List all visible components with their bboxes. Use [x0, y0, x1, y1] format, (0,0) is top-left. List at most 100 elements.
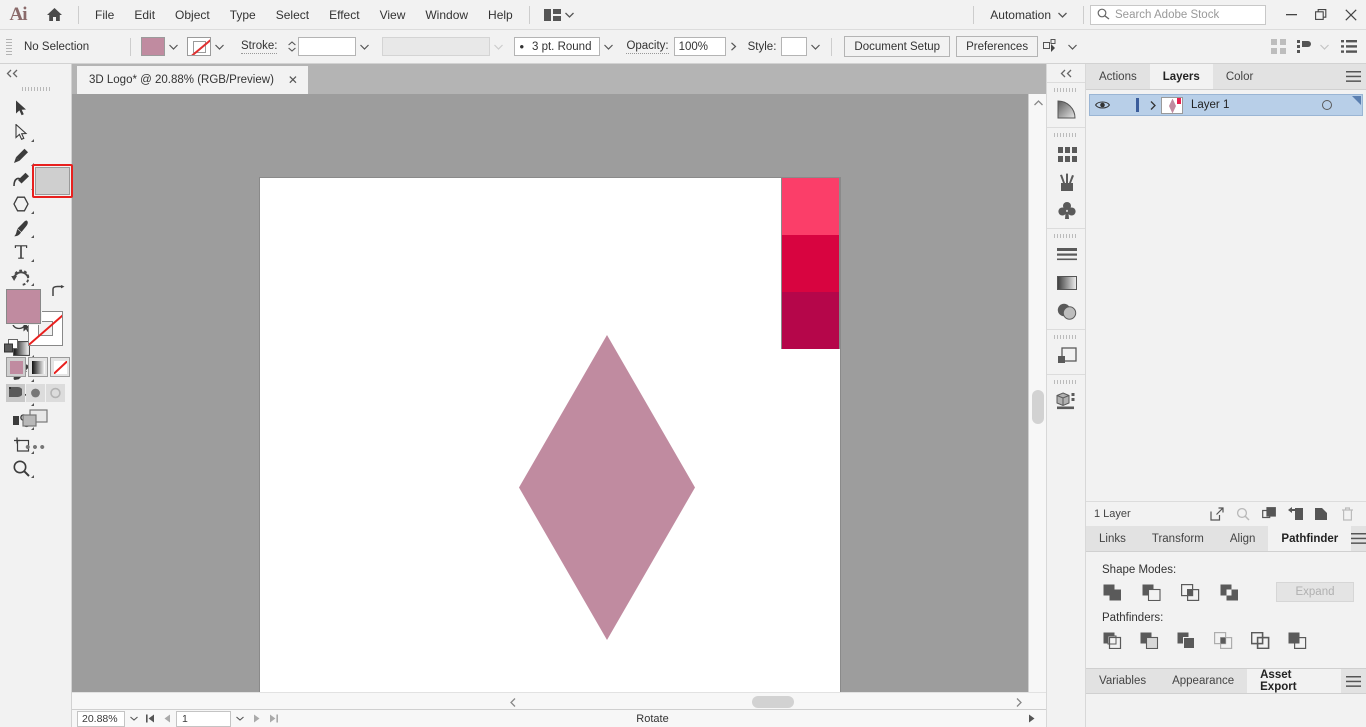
- draw-inside-button[interactable]: [46, 384, 65, 402]
- vertical-scroll-thumb[interactable]: [1032, 390, 1044, 424]
- none-fill-mode-button[interactable]: [50, 357, 70, 377]
- current-tool-status[interactable]: Rotate: [282, 713, 1023, 725]
- close-icon[interactable]: ✕: [288, 73, 298, 87]
- fill-swatch[interactable]: [141, 37, 165, 56]
- menu-object[interactable]: Object: [165, 0, 220, 30]
- zoom-level-input[interactable]: 20.88%: [77, 710, 125, 727]
- chevron-right-icon[interactable]: [1145, 100, 1161, 110]
- stroke-profile-dropdown[interactable]: [382, 37, 491, 56]
- default-fill-stroke-icon[interactable]: [4, 339, 19, 357]
- change-screen-mode-button[interactable]: [22, 409, 48, 432]
- rotate-tool[interactable]: [6, 264, 36, 288]
- workspace-switcher[interactable]: Automation: [980, 8, 1077, 22]
- stroke-weight-stepper[interactable]: [285, 37, 298, 56]
- zoom-dropdown-icon[interactable]: [125, 710, 142, 727]
- canvas-vertical-scrollbar[interactable]: [1028, 94, 1046, 709]
- opacity-expand-icon[interactable]: [726, 37, 742, 56]
- color-swatch-stack[interactable]: [781, 178, 840, 349]
- crop-icon[interactable]: [1213, 630, 1233, 650]
- graphic-style-swatch[interactable]: [781, 37, 808, 56]
- menu-effect[interactable]: Effect: [319, 0, 369, 30]
- dock-group-1-grip[interactable]: [1047, 85, 1085, 95]
- release-to-layers-icon[interactable]: [1206, 503, 1228, 525]
- curvature-tool[interactable]: [6, 168, 36, 192]
- selection-tool[interactable]: [6, 96, 36, 120]
- stroke-weight-label[interactable]: Stroke:: [241, 40, 278, 54]
- diamond-shape[interactable]: [519, 335, 695, 640]
- create-new-sublayer-icon[interactable]: [1284, 503, 1306, 525]
- brush-definition-caret-icon[interactable]: [600, 37, 616, 56]
- merge-icon[interactable]: [1176, 630, 1196, 650]
- stroke-panel-icon[interactable]: [1047, 241, 1087, 269]
- tab-appearance[interactable]: Appearance: [1159, 669, 1248, 693]
- menu-select[interactable]: Select: [266, 0, 319, 30]
- trim-icon[interactable]: [1139, 630, 1159, 650]
- distribute-icon[interactable]: [1292, 37, 1316, 56]
- direct-selection-tool[interactable]: [6, 120, 36, 144]
- asset-export-panel-menu-icon[interactable]: [1341, 669, 1366, 693]
- swatches-panel-icon[interactable]: [1047, 140, 1087, 168]
- options-list-icon[interactable]: [1332, 37, 1366, 56]
- minus-back-icon[interactable]: [1287, 630, 1307, 650]
- first-artboard-icon[interactable]: [142, 710, 159, 727]
- menu-help[interactable]: Help: [478, 0, 523, 30]
- dock-group-5-grip[interactable]: [1047, 377, 1085, 387]
- locate-object-icon[interactable]: [1232, 503, 1254, 525]
- tab-links[interactable]: Links: [1086, 526, 1139, 551]
- tab-variables[interactable]: Variables: [1086, 669, 1160, 693]
- minus-front-icon[interactable]: [1141, 582, 1161, 602]
- restore-icon[interactable]: [1306, 0, 1336, 30]
- menu-file[interactable]: File: [85, 0, 124, 30]
- stroke-weight-dropdown-icon[interactable]: [356, 37, 372, 56]
- brush-definition-dropdown[interactable]: • 3 pt. Round: [514, 37, 601, 56]
- intersect-icon[interactable]: [1180, 582, 1200, 602]
- stroke-color-control[interactable]: [187, 37, 227, 56]
- draw-normal-button[interactable]: [6, 384, 25, 402]
- gradient2-panel-icon[interactable]: [1047, 269, 1087, 297]
- select-similar-options-icon[interactable]: [1038, 37, 1064, 56]
- opacity-label[interactable]: Opacity:: [626, 40, 669, 54]
- make-clipping-mask-icon[interactable]: [1258, 503, 1280, 525]
- opacity-input[interactable]: 100%: [673, 37, 726, 56]
- dock-collapse-button[interactable]: [1047, 64, 1085, 82]
- close-icon[interactable]: [1336, 0, 1366, 30]
- last-artboard-icon[interactable]: [265, 710, 282, 727]
- artboard[interactable]: [260, 178, 840, 709]
- color-swatch-1[interactable]: [782, 178, 839, 235]
- gradient-panel-icon[interactable]: [1047, 95, 1087, 123]
- unite-icon[interactable]: [1102, 582, 1122, 602]
- previous-artboard-icon[interactable]: [159, 710, 176, 727]
- divide-icon[interactable]: [1102, 630, 1122, 650]
- menu-edit[interactable]: Edit: [124, 0, 165, 30]
- 3d-panel-icon[interactable]: [1047, 387, 1087, 415]
- tools-panel-grip[interactable]: [0, 82, 71, 96]
- horizontal-scroll-thumb[interactable]: [752, 696, 794, 708]
- scroll-up-icon[interactable]: [1029, 94, 1047, 112]
- type-tool[interactable]: [6, 240, 36, 264]
- select-similar-caret-icon[interactable]: [1064, 37, 1080, 56]
- stroke-weight-input[interactable]: [298, 37, 357, 56]
- layer-name[interactable]: Layer 1: [1191, 99, 1229, 111]
- color-fill-mode-button[interactable]: [6, 357, 26, 377]
- dock-group-3-grip[interactable]: [1047, 231, 1085, 241]
- status-menu-icon[interactable]: [1023, 710, 1040, 727]
- tab-color[interactable]: Color: [1212, 64, 1267, 89]
- fill-color-control[interactable]: [141, 37, 181, 56]
- brushes-panel-icon[interactable]: [1047, 168, 1087, 196]
- stroke-swatch-none[interactable]: [187, 37, 211, 56]
- delete-selection-icon[interactable]: [1336, 503, 1358, 525]
- dock-group-4-grip[interactable]: [1047, 332, 1085, 342]
- swap-fill-stroke-icon[interactable]: [51, 285, 65, 301]
- draw-behind-button[interactable]: [26, 384, 45, 402]
- tab-pathfinder[interactable]: Pathfinder: [1268, 526, 1352, 551]
- tab-align[interactable]: Align: [1216, 526, 1269, 551]
- paintbrush-tool[interactable]: [6, 216, 36, 240]
- expand-button[interactable]: Expand: [1276, 582, 1354, 602]
- color-swatch-2[interactable]: [782, 235, 839, 292]
- color-swatch-3[interactable]: [782, 292, 839, 349]
- preferences-button[interactable]: Preferences: [956, 36, 1039, 57]
- tab-transform[interactable]: Transform: [1138, 526, 1217, 551]
- artboard-number-input[interactable]: 1: [176, 710, 231, 727]
- menu-window[interactable]: Window: [415, 0, 478, 30]
- menu-view[interactable]: View: [370, 0, 416, 30]
